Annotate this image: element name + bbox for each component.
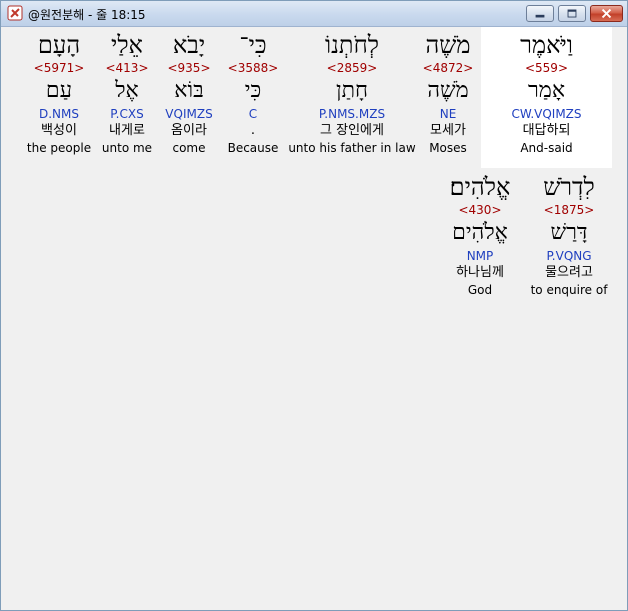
strong-number[interactable]: <5971> (26, 60, 92, 76)
morphology-code: P.NMS.MZS (318, 107, 386, 121)
hebrew-word: כִּי־ (239, 31, 267, 59)
english-gloss: the people (26, 141, 92, 155)
morphology-code: C (248, 107, 258, 121)
close-icon (601, 8, 612, 19)
english-gloss: Because (227, 141, 279, 155)
english-gloss: unto me (101, 141, 153, 155)
english-gloss: Moses (429, 141, 467, 155)
word-4[interactable]: יָבֹא <935> בּוֹא VQIMZS 옴이라 come (160, 30, 218, 156)
word-8[interactable]: אֱלֹהִים׃ <430> אֱלֹהִים NMP 하나님께 God (438, 172, 522, 298)
lemma: עַם (45, 78, 73, 103)
title-bar[interactable]: @원전분해 - 줄 18:15 (1, 1, 627, 27)
hebrew-word: וַיֹּאמֶר (520, 31, 573, 59)
lemma: אֱלֹהִים (452, 220, 508, 245)
lemma: מֹשֶׁה (427, 78, 469, 103)
morphology-code: NE (439, 107, 457, 121)
morphology-code: P.VQNG (546, 249, 592, 263)
strong-number[interactable]: <430> (438, 202, 522, 218)
korean-gloss: . (250, 123, 256, 138)
morphology-code: NMP (466, 249, 494, 263)
lemma: כִּי (244, 78, 262, 103)
maximize-button[interactable] (558, 5, 586, 22)
hebrew-word: אֱלֹהִים׃ (449, 173, 511, 201)
korean-gloss: 하나님께 (456, 265, 504, 280)
english-gloss: to enquire of (530, 283, 608, 297)
strong-number[interactable]: <4872> (416, 60, 480, 76)
english-gloss: God (467, 283, 493, 297)
close-button[interactable] (590, 5, 623, 22)
minimize-icon (535, 14, 545, 18)
english-gloss: come (172, 141, 206, 155)
english-gloss: unto his father in law (288, 141, 416, 155)
hebrew-word: הָעָם (37, 31, 81, 59)
korean-gloss: 대답하되 (522, 123, 571, 138)
lemma: אָמַר (527, 78, 566, 103)
word-5[interactable]: אֵלַי <413> אֶל P.CXS 내게로 unto me (100, 30, 154, 156)
interlinear-view[interactable]: וַיֹּאמֶר <559> אָמַר CW.VQIMZS 대답하되 And… (2, 27, 626, 609)
lemma: בּוֹא (174, 78, 204, 103)
korean-gloss: 물으려고 (545, 265, 593, 280)
korean-gloss: 그 장인에게 (320, 123, 384, 138)
word-3[interactable]: כִּי־ <3588> כִּי C . Because (224, 30, 282, 156)
strong-number[interactable]: <935> (160, 60, 218, 76)
window-title: @원전분해 - 줄 18:15 (28, 8, 146, 22)
strong-number[interactable]: <559> (481, 60, 612, 76)
strong-number[interactable]: <3588> (224, 60, 282, 76)
word-1[interactable]: מֹשֶׁה <4872> מֹשֶׁה NE 모세가 Moses (416, 30, 480, 156)
word-0[interactable]: וַיֹּאמֶר <559> אָמַר CW.VQIMZS 대답하되 And… (481, 30, 612, 156)
app-window: @원전분해 - 줄 18:15 וַיֹּאמֶר <559> אָמַר CW… (0, 0, 628, 611)
korean-gloss: 모세가 (430, 123, 466, 138)
word-6[interactable]: הָעָם <5971> עַם D.NMS 백성이 the people (26, 30, 92, 156)
word-2[interactable]: לְחֹתְנוֹ <2859> חָתַן P.NMS.MZS 그 장인에게 … (288, 30, 416, 156)
minimize-button[interactable] (526, 5, 554, 22)
morphology-code: CW.VQIMZS (511, 107, 582, 121)
strong-number[interactable]: <2859> (288, 60, 416, 76)
strong-number[interactable]: <1875> (526, 202, 612, 218)
hebrew-word: לְחֹתְנוֹ (324, 31, 379, 59)
korean-gloss: 내게로 (109, 123, 145, 138)
maximize-icon (567, 9, 577, 18)
hebrew-word: יָבֹא (172, 31, 206, 59)
english-gloss: And-said (520, 141, 573, 155)
hebrew-word: לִדְרֹשׁ (543, 173, 595, 201)
word-7[interactable]: לִדְרֹשׁ <1875> דָּרַשׁ P.VQNG 물으려고 to e… (526, 172, 612, 298)
lemma: חָתַן (335, 78, 369, 103)
korean-gloss: 옴이라 (171, 123, 207, 138)
korean-gloss: 백성이 (41, 123, 77, 138)
hebrew-word: מֹשֶׁה (425, 31, 471, 59)
lemma: דָּרַשׁ (550, 220, 588, 245)
lemma: אֶל (115, 78, 139, 103)
hebrew-word: אֵלַי (111, 31, 143, 59)
morphology-code: VQIMZS (165, 107, 213, 121)
morphology-code: D.NMS (38, 107, 79, 121)
morphology-code: P.CXS (110, 107, 144, 121)
strong-number[interactable]: <413> (100, 60, 154, 76)
app-icon[interactable] (7, 5, 23, 21)
